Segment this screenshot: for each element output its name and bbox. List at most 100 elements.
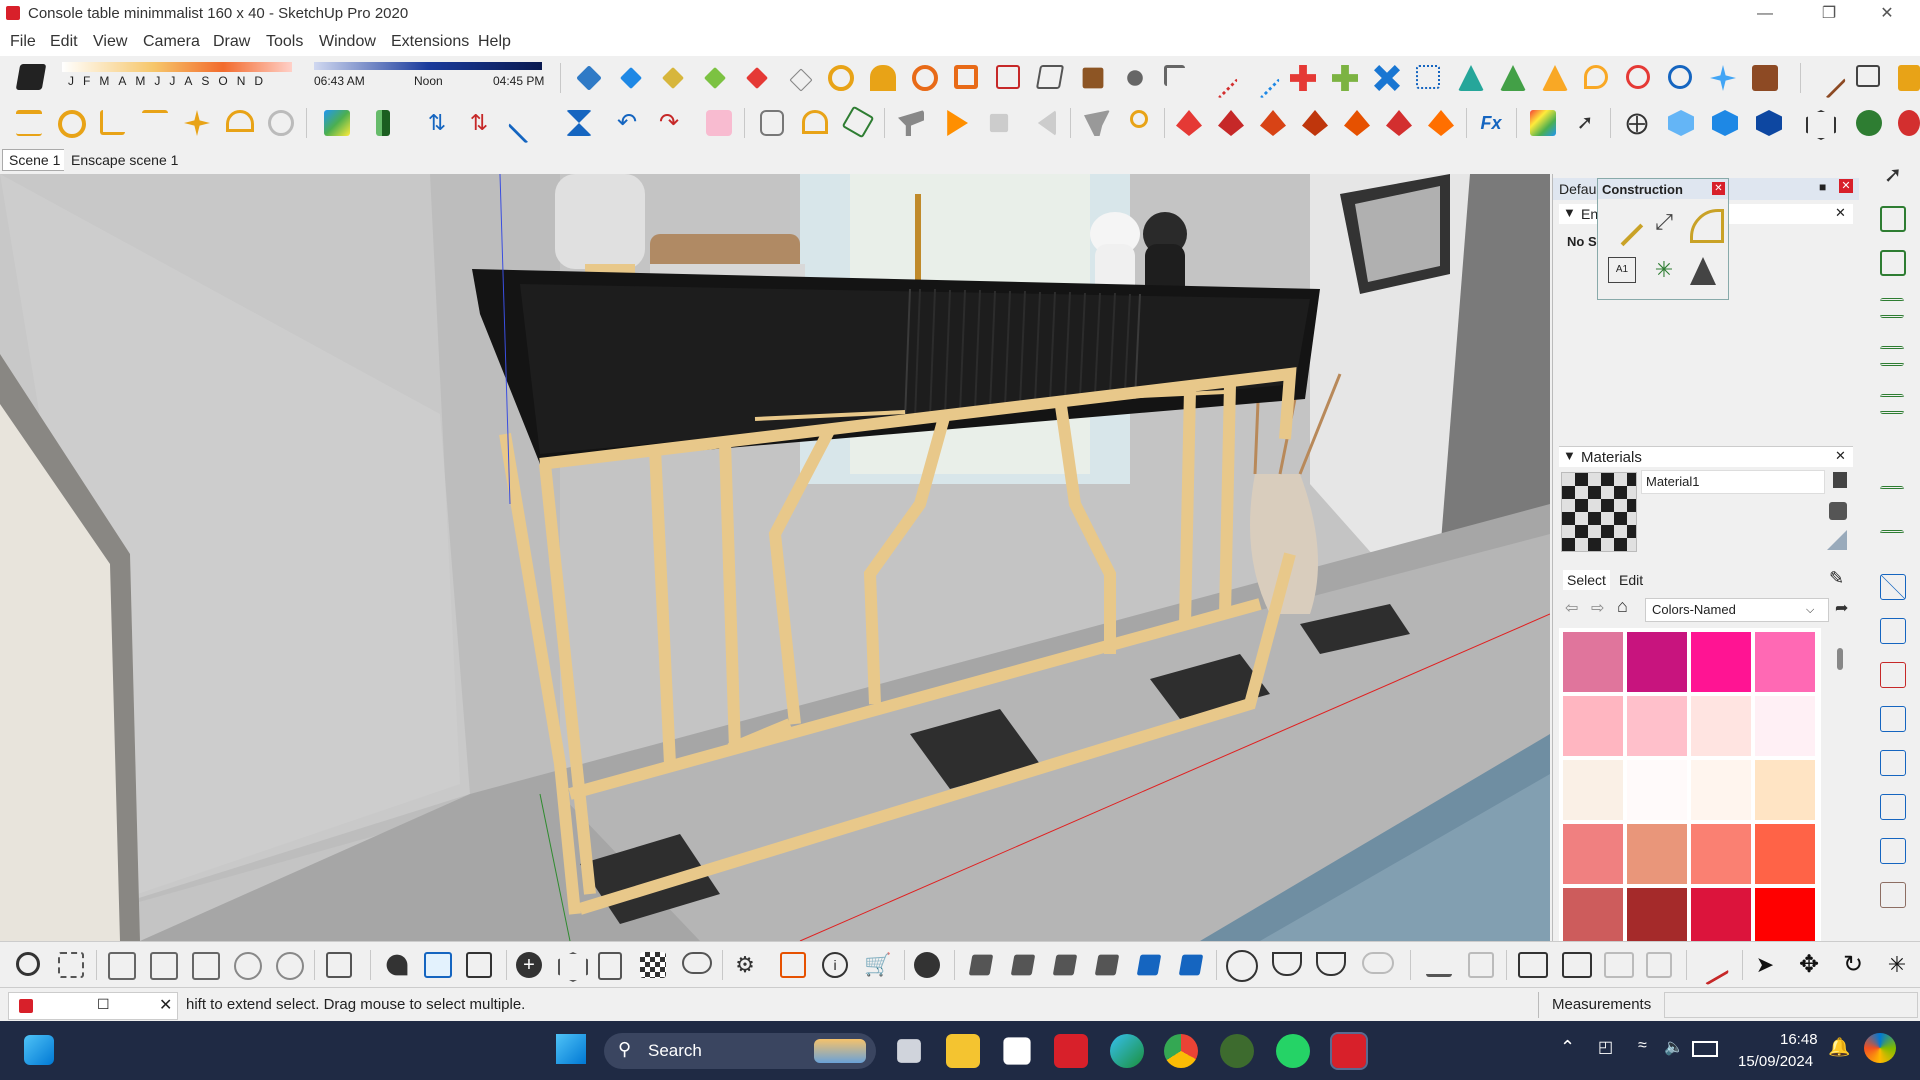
menu-edit[interactable]: Edit <box>50 33 78 51</box>
protractor-icon[interactable] <box>1690 209 1724 243</box>
box-icon[interactable] <box>954 65 978 89</box>
edge-icon[interactable] <box>1110 1034 1144 1068</box>
grid-b-icon[interactable] <box>1880 662 1906 688</box>
time-slider[interactable] <box>314 62 542 70</box>
details-arrow-icon[interactable]: ➦ <box>1835 598 1848 618</box>
stamp-icon[interactable] <box>1426 952 1452 977</box>
sample-paint-icon[interactable] <box>1827 530 1847 550</box>
add-icon[interactable] <box>1290 65 1316 91</box>
row-add-icon[interactable] <box>1880 486 1904 503</box>
shell-icon[interactable] <box>760 110 784 136</box>
section-x-icon[interactable] <box>1880 574 1906 600</box>
layer-remove-icon[interactable] <box>1880 250 1906 276</box>
export-4-icon[interactable] <box>1302 110 1328 136</box>
swatch[interactable] <box>1627 696 1687 756</box>
tape-measure-icon[interactable] <box>1600 203 1644 247</box>
window-icon[interactable] <box>1518 952 1548 978</box>
solid-outer-icon[interactable] <box>1178 954 1204 976</box>
loop-icon[interactable] <box>1584 65 1608 89</box>
copy-icon[interactable] <box>424 952 452 978</box>
file-explorer-icon[interactable] <box>946 1034 980 1068</box>
geo-icon[interactable] <box>1856 110 1882 136</box>
corner-icon[interactable] <box>1164 65 1185 86</box>
network-off-icon[interactable]: ◰ <box>1598 1037 1613 1057</box>
cube-icon[interactable] <box>1898 65 1920 91</box>
bucket-icon[interactable] <box>1752 65 1778 91</box>
layer-add-icon[interactable] <box>1880 206 1906 232</box>
stop-icon[interactable] <box>989 113 1009 133</box>
arch-icon[interactable] <box>870 65 896 91</box>
spline-icon[interactable] <box>1241 60 1281 99</box>
cross-icon[interactable] <box>1374 65 1400 91</box>
search-box[interactable]: ⚲ Search <box>604 1033 876 1069</box>
app-icon[interactable] <box>1220 1034 1254 1068</box>
color-by-layer-icon[interactable] <box>1530 110 1556 136</box>
add-circle-icon[interactable]: + <box>516 952 542 978</box>
swatch[interactable] <box>1627 888 1687 941</box>
rewind-icon[interactable] <box>1037 110 1056 136</box>
shadows-toggle-icon[interactable] <box>15 64 47 90</box>
check-icon[interactable] <box>1226 950 1258 982</box>
paste-icon[interactable] <box>466 952 492 978</box>
export-2-icon[interactable] <box>1218 110 1244 136</box>
3d-text-icon[interactable] <box>1690 257 1716 285</box>
notification-bell-icon[interactable]: 🔔 <box>1828 1037 1850 1058</box>
selection-box-icon[interactable] <box>58 952 84 978</box>
fx-icon[interactable]: Fx <box>1478 110 1504 136</box>
component-icon[interactable] <box>326 952 352 978</box>
view-icon-3[interactable] <box>192 952 220 980</box>
menu-window[interactable]: Window <box>319 33 376 51</box>
back-arrow-icon[interactable]: ⇦ <box>1565 598 1578 618</box>
undo-icon[interactable]: ↶ <box>614 110 640 136</box>
measurements-input[interactable] <box>1664 992 1918 1018</box>
curve-icon[interactable] <box>1199 60 1239 99</box>
entity-close-icon[interactable]: ✕ <box>1835 205 1846 221</box>
export-6-icon[interactable] <box>1386 110 1412 136</box>
drape-icon[interactable] <box>1468 952 1494 978</box>
angle-tool-icon[interactable] <box>100 110 125 135</box>
extension-icon[interactable] <box>780 952 806 978</box>
move-plus-icon[interactable] <box>1332 65 1358 91</box>
user-icon[interactable] <box>914 952 940 978</box>
walk-icon[interactable] <box>1084 110 1110 136</box>
push-icon[interactable] <box>376 110 390 136</box>
solid-intersect-icon[interactable] <box>1052 954 1078 976</box>
swatch[interactable] <box>1563 760 1623 820</box>
material-tool-icon[interactable] <box>324 110 350 136</box>
line-red-icon[interactable] <box>1692 947 1730 986</box>
camera-icon[interactable] <box>898 110 924 136</box>
crosshair-icon[interactable]: ⨁ <box>1624 110 1650 136</box>
profile-builder-icon[interactable] <box>16 110 42 136</box>
list-add-icon[interactable] <box>1880 346 1904 366</box>
menu-draw[interactable]: Draw <box>213 33 250 51</box>
menu-file[interactable]: File <box>10 33 36 51</box>
cart-icon[interactable]: 🛒 <box>864 952 891 978</box>
swatch[interactable] <box>1755 696 1815 756</box>
xray-icon[interactable] <box>1806 110 1836 140</box>
tree-icon[interactable] <box>1500 65 1526 91</box>
cursor-icon[interactable]: ➤ <box>1752 952 1778 978</box>
pencil-icon[interactable] <box>1807 60 1847 99</box>
axes-tool-icon[interactable]: ✳ <box>1650 257 1678 285</box>
section-plane-icon[interactable] <box>576 65 602 91</box>
layout-icon[interactable] <box>1856 65 1880 87</box>
swatch[interactable] <box>1755 760 1815 820</box>
swatch[interactable] <box>1691 760 1751 820</box>
swatch[interactable] <box>1755 632 1815 692</box>
export-icon[interactable] <box>1176 110 1202 136</box>
forward-arrow-icon[interactable]: ⇨ <box>1591 598 1604 618</box>
chevron-up-icon[interactable]: ⌃ <box>1560 1037 1575 1058</box>
diagonal-icon[interactable] <box>507 105 547 144</box>
print-icon[interactable] <box>1562 952 1592 978</box>
material-name-field[interactable]: Material1 <box>1641 470 1825 494</box>
paint-icon[interactable] <box>706 110 732 136</box>
close-button[interactable]: ✕ <box>1864 0 1910 28</box>
pin-icon[interactable]: ■ <box>1819 180 1826 194</box>
view-icon-5[interactable] <box>276 952 304 980</box>
materials-close-icon[interactable]: ✕ <box>1835 448 1846 464</box>
ruby-icon[interactable] <box>1898 110 1920 136</box>
spiral-icon[interactable] <box>912 65 938 91</box>
grid-a-icon[interactable] <box>1880 618 1906 644</box>
rotate-icon[interactable] <box>828 65 854 91</box>
select-arrow-icon[interactable]: ➚ <box>1572 110 1598 136</box>
